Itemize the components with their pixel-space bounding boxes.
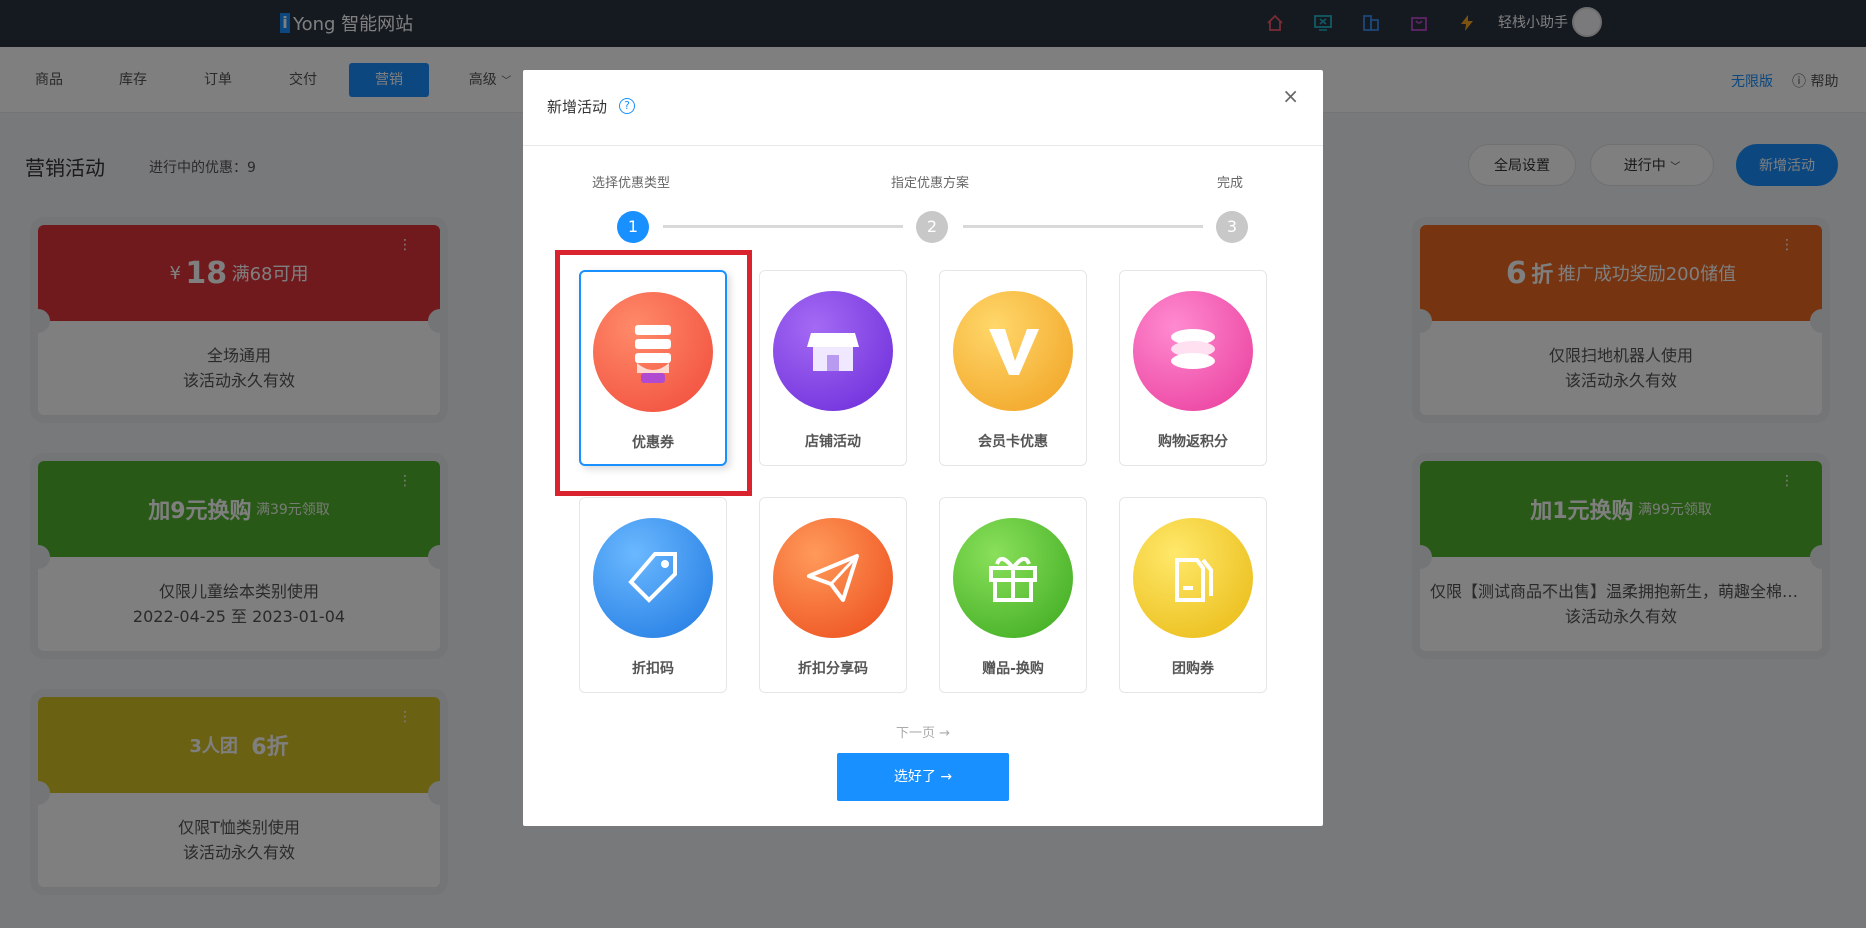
close-icon[interactable]: ×: [1282, 84, 1299, 108]
step-connector: [963, 225, 1203, 228]
step-label: 指定优惠方案: [891, 176, 970, 191]
type-label: 团购券: [1172, 661, 1214, 677]
step-number: 2: [916, 211, 948, 243]
type-label: 折扣码: [632, 661, 674, 677]
group-tags-icon: [1133, 518, 1253, 638]
next-page-link[interactable]: 下一页 →: [896, 722, 950, 741]
modal-title: 新增活动: [547, 98, 608, 116]
step-connector: [663, 225, 903, 228]
type-label: 赠品-换购: [982, 661, 1044, 677]
confirm-button[interactable]: 选好了 →: [837, 753, 1009, 801]
type-label: 折扣分享码: [798, 661, 868, 677]
store-icon: [773, 291, 893, 411]
type-option-group-buy[interactable]: 团购券: [1119, 497, 1267, 693]
type-option-store[interactable]: 店铺活动: [759, 270, 907, 466]
type-option-points[interactable]: 购物返积分: [1119, 270, 1267, 466]
vip-card-icon: [953, 291, 1073, 411]
type-option-discount-code[interactable]: 折扣码: [579, 497, 727, 693]
type-option-vip-card[interactable]: 会员卡优惠: [939, 270, 1087, 466]
paper-plane-icon: [773, 518, 893, 638]
step-label: 完成: [1217, 176, 1244, 191]
type-label: 店铺活动: [805, 434, 861, 450]
type-option-share-code[interactable]: 折扣分享码: [759, 497, 907, 693]
type-option-gift[interactable]: 赠品-换购: [939, 497, 1087, 693]
step-label: 选择优惠类型: [592, 176, 671, 191]
type-label: 会员卡优惠: [978, 434, 1048, 450]
gift-icon: [953, 518, 1073, 638]
selection-highlight: [555, 250, 752, 496]
step-number: 1: [617, 211, 649, 243]
type-label: 购物返积分: [1158, 434, 1228, 450]
step-number: 3: [1216, 211, 1248, 243]
points-coins-icon: [1133, 291, 1253, 411]
modal-header: 新增活动 ? ×: [523, 70, 1323, 146]
tag-icon: [593, 518, 713, 638]
question-icon[interactable]: ?: [619, 98, 635, 114]
